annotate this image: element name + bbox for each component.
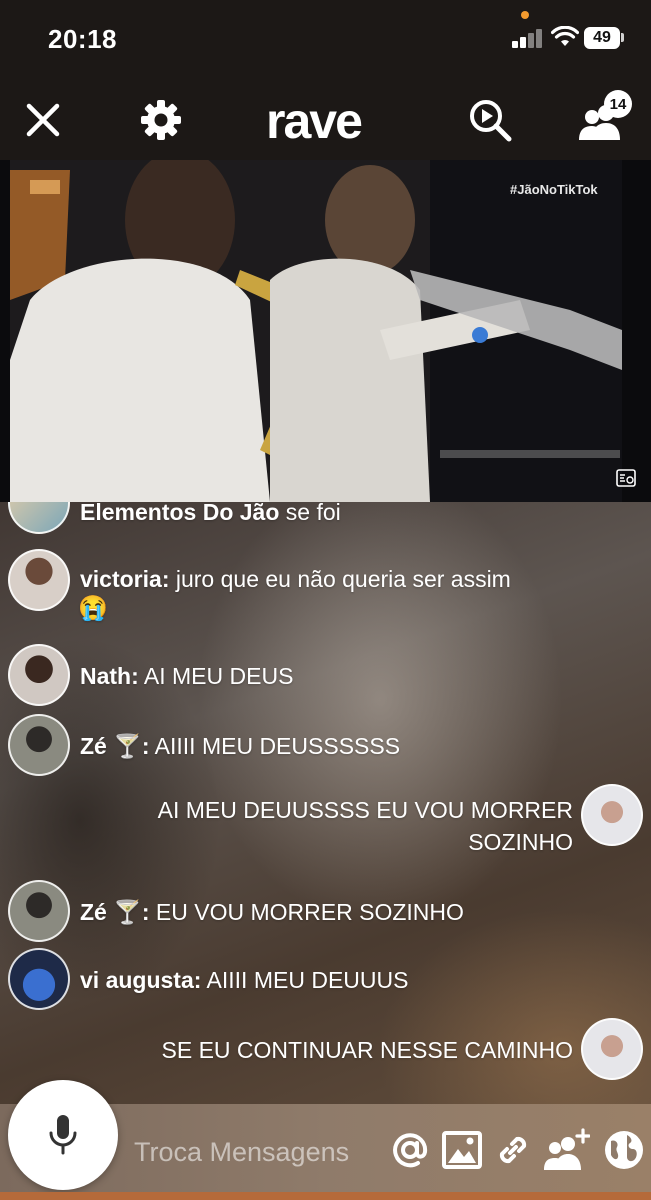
battery-nub: [621, 33, 624, 42]
captions-icon[interactable]: [616, 468, 636, 488]
microphone-icon: [49, 1115, 77, 1155]
invite-friend-button[interactable]: [542, 1124, 590, 1176]
add-user-icon: [544, 1128, 590, 1170]
friends-count-badge: 14: [604, 90, 632, 118]
chat-author: Zé 🍸:: [80, 733, 150, 759]
chat-text: AIIII MEU DEUSSSSSS: [154, 733, 401, 759]
chat-message-own: SE EU CONTINUAR NESSE CAMINHO: [0, 1018, 651, 1084]
cellular-signal-icon: [512, 28, 544, 48]
chat-text: AIIII MEU DEUUUS: [206, 967, 409, 993]
chat-feed[interactable]: Elementos Do Jão se foi victoria: juro q…: [0, 502, 651, 1100]
video-frame: #JãoNoTikTok: [10, 160, 622, 502]
chat-text: AI MEU DEUUSSSS EU VOU MORRER: [157, 797, 573, 823]
chat-message: Zé 🍸: AIIII MEU DEUSSSSSS: [0, 714, 651, 780]
chat-author: victoria:: [80, 566, 170, 592]
chat-message: Zé 🍸: EU VOU MORRER SOZINHO: [0, 880, 651, 946]
link-icon: [499, 1136, 527, 1164]
link-button[interactable]: [489, 1124, 537, 1176]
avatar[interactable]: [8, 644, 70, 706]
status-bar: 20:18 49: [0, 0, 651, 80]
chat-text: AI MEU DEUS: [143, 663, 294, 689]
avatar[interactable]: [8, 549, 70, 611]
search-video-button[interactable]: [464, 94, 516, 146]
microphone-button[interactable]: [8, 1080, 118, 1190]
video-player[interactable]: #JãoNoTikTok: [0, 160, 651, 502]
chat-message: victoria: juro que eu não queria ser ass…: [0, 547, 651, 627]
chat-author: Nath:: [80, 663, 139, 689]
at-sign-icon: [393, 1133, 428, 1168]
gear-icon: [141, 100, 181, 140]
avatar[interactable]: [8, 502, 70, 534]
image-icon: [442, 1131, 482, 1169]
chat-message-own: AI MEU DEUUSSSS EU VOU MORRER SOZINHO: [0, 784, 651, 864]
globe-button[interactable]: [600, 1124, 648, 1176]
chat-text: EU VOU MORRER SOZINHO: [155, 899, 464, 925]
settings-button[interactable]: [135, 94, 187, 146]
chat-text: SE EU CONTINUAR NESSE CAMINHO: [161, 1037, 574, 1063]
top-nav: rave 14: [0, 80, 651, 160]
chat-text: juro que eu não queria ser assim: [175, 566, 511, 592]
chat-author: Elementos Do Jão: [80, 502, 280, 525]
close-button[interactable]: [17, 94, 69, 146]
chat-author: Zé 🍸:: [80, 899, 150, 925]
chat-author: vi augusta:: [80, 967, 202, 993]
chat-text: se foi: [285, 502, 341, 525]
crying-emoji: 😭: [78, 595, 108, 622]
avatar[interactable]: [581, 1018, 643, 1080]
avatar[interactable]: [581, 784, 643, 846]
message-input[interactable]: [134, 1130, 386, 1174]
video-scene: [10, 160, 622, 502]
privacy-indicator-dot: [521, 11, 529, 19]
chat-message: Nath: AI MEU DEUS: [0, 644, 651, 710]
close-icon: [26, 103, 60, 137]
status-time: 20:18: [48, 24, 117, 54]
video-hashtag: #JãoNoTikTok: [510, 182, 598, 197]
chat-text: SOZINHO: [468, 829, 573, 855]
avatar[interactable]: [8, 714, 70, 776]
search-play-icon: [470, 100, 512, 142]
rave-logo: rave: [266, 93, 363, 149]
image-button[interactable]: [438, 1124, 486, 1176]
battery-indicator: 49: [584, 27, 620, 49]
wifi-icon: [551, 26, 579, 46]
mention-button[interactable]: [386, 1124, 434, 1176]
chat-message: Elementos Do Jão se foi: [0, 502, 651, 542]
globe-icon: [605, 1131, 643, 1169]
avatar[interactable]: [8, 948, 70, 1010]
avatar[interactable]: [8, 880, 70, 942]
chat-message: vi augusta: AIIII MEU DEUUUS: [0, 948, 651, 1014]
bottom-strip: [0, 1192, 651, 1200]
